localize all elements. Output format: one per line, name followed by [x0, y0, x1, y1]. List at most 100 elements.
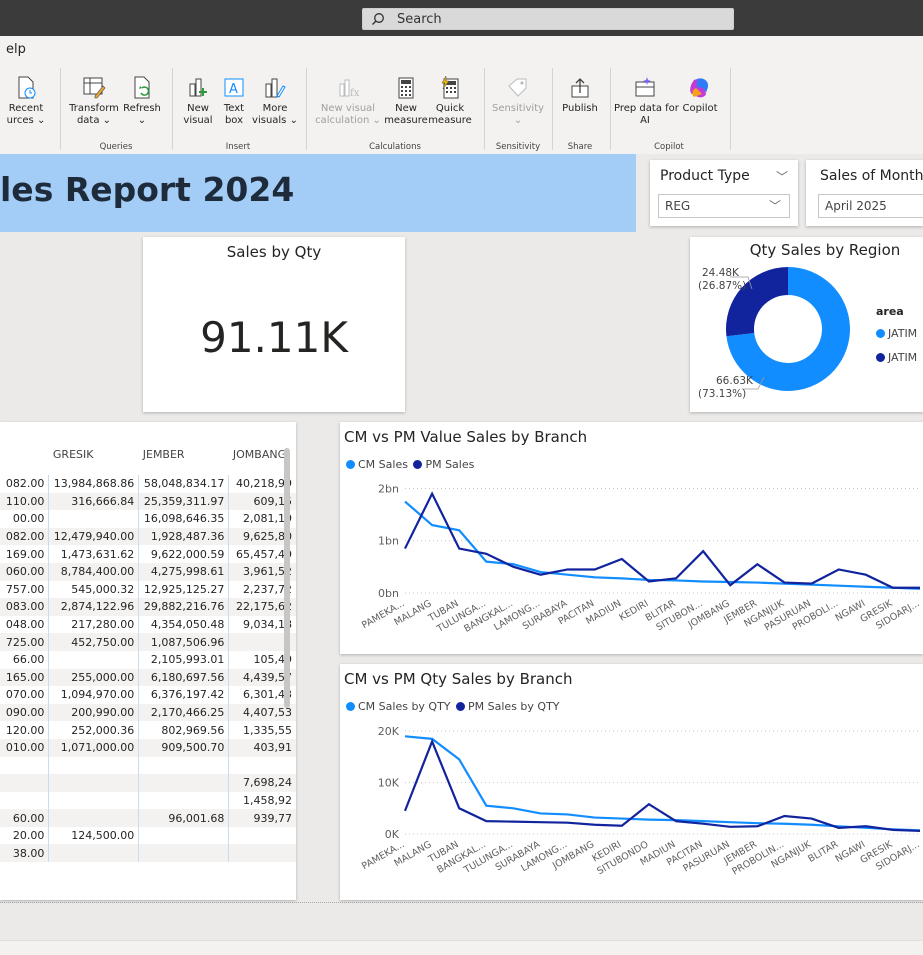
- matrix-cell: [138, 826, 229, 845]
- matrix-cell: 082.00: [5, 530, 45, 544]
- sales-month-slicer[interactable]: Sales of Month April 2025: [806, 160, 923, 226]
- matrix-cell: [0, 792, 49, 810]
- matrix-cell: [228, 844, 296, 863]
- matrix-cell: 96,001.68: [138, 809, 229, 827]
- matrix-cell: 452,750.00: [48, 633, 139, 651]
- visual-calculation-icon: fx: [339, 79, 360, 99]
- text-box-button[interactable]: A Text box: [216, 76, 252, 127]
- matrix-row: 048.00 217,280.00 4,354,050.48 9,034,18: [0, 615, 296, 634]
- menu-help[interactable]: elp: [6, 42, 26, 57]
- transform-data-icon: [83, 77, 106, 99]
- matrix-cell: 082.00: [5, 477, 45, 491]
- series-line: [403, 738, 921, 833]
- transform-data-button[interactable]: Transform data ⌄: [66, 76, 122, 127]
- matrix-header-cell[interactable]: [0, 448, 49, 475]
- matrix-cell: 25,359,311.97: [138, 492, 229, 511]
- calculator-icon: [398, 77, 414, 99]
- matrix-cell: [48, 510, 139, 528]
- legend-item[interactable]: JATIM: [876, 351, 917, 364]
- matrix-cell: 2,170,466.25: [138, 703, 229, 722]
- slicer-value: REG: [665, 199, 691, 213]
- copilot-button[interactable]: Copilot: [676, 76, 724, 115]
- matrix-cell: 255,000.00: [48, 668, 139, 687]
- matrix-cell: 048.00: [5, 618, 45, 632]
- search-icon: [371, 12, 385, 30]
- sales-matrix[interactable]: GRESIK JEMBER JOMBANG 082.00 13,984,868.86 5…: [0, 422, 296, 900]
- product-type-slicer[interactable]: Product Type ﹀ REG ﹀: [650, 160, 798, 226]
- matrix-cell: [0, 774, 49, 792]
- group-queries: Queries: [99, 142, 133, 152]
- publish-button[interactable]: Publish: [558, 76, 602, 115]
- matrix-cell: [138, 791, 229, 810]
- matrix-cell: 403,91: [228, 738, 296, 757]
- value-sales-line-card[interactable]: CM vs PM Value Sales by Branch CM Sales …: [340, 422, 923, 654]
- matrix-header-cell[interactable]: JEMBER: [139, 448, 229, 475]
- donut-chart-card[interactable]: Qty Sales by Region 24.48K (26.87%) 66.6…: [690, 237, 923, 412]
- matrix-cell: 939,77: [228, 809, 296, 827]
- new-measure-button[interactable]: New measure: [384, 76, 428, 127]
- new-visual-calculation-button[interactable]: fx New visual calculation ⌄: [312, 76, 384, 127]
- matrix-row: 090.00 200,990.00 2,170,466.25 4,407,53: [0, 703, 296, 722]
- matrix-cell: [0, 757, 49, 775]
- sensitivity-icon: [508, 78, 527, 97]
- matrix-header-cell[interactable]: GRESIK: [49, 448, 139, 475]
- matrix-row: 083.00 2,874,122.96 29,882,216.76 22,175,62: [0, 598, 296, 616]
- legend-title: area: [876, 305, 904, 318]
- matrix-row: 757.00 545,000.32 12,925,125.27 2,237,72: [0, 580, 296, 599]
- x-tick-label: KEDIRI: [617, 598, 650, 623]
- svg-text:fx: fx: [350, 88, 360, 99]
- y-tick-label: 20K: [378, 725, 400, 738]
- matrix-cell: [138, 774, 229, 792]
- matrix-cell: 545,000.32: [48, 580, 139, 599]
- matrix-cell: 1,071,000.00: [48, 738, 139, 757]
- sensitivity-button[interactable]: Sensitivity ⌄: [490, 76, 546, 127]
- legend-item[interactable]: JATIM: [876, 327, 917, 340]
- matrix-scrollbar[interactable]: [284, 448, 290, 708]
- matrix-cell: 1,094,970.00: [48, 686, 139, 704]
- matrix-cell: 1,928,487.36: [138, 527, 229, 546]
- y-tick-label: 10K: [378, 777, 400, 790]
- matrix-cell: 2,105,993.01: [138, 650, 229, 669]
- recent-sources-button[interactable]: Recent urces ⌄: [0, 76, 52, 127]
- quick-measure-button[interactable]: Quick measure: [426, 76, 474, 127]
- matrix-row: 1,458,92: [0, 791, 296, 810]
- prep-data-ai-button[interactable]: Prep data for AI: [614, 76, 679, 127]
- recent-sources-icon: [18, 76, 36, 99]
- matrix-cell: 802,969.56: [138, 721, 229, 739]
- matrix-row: 110.00 316,666.84 25,359,311.97 609,15: [0, 492, 296, 511]
- qty-sales-line-card[interactable]: CM vs PM Qty Sales by Branch CM Sales by…: [340, 664, 923, 900]
- matrix-row: [0, 756, 296, 775]
- matrix-cell: 110.00: [5, 494, 45, 508]
- matrix-cell: 200,990.00: [48, 703, 139, 722]
- matrix-cell: 66.00: [12, 653, 45, 667]
- text-box-icon: A: [224, 78, 244, 97]
- matrix-cell: 010.00: [5, 741, 45, 755]
- copilot-icon: [690, 78, 709, 98]
- sales-month-dropdown[interactable]: April 2025: [818, 194, 923, 218]
- matrix-cell: 20.00: [12, 829, 45, 843]
- group-share: Share: [567, 142, 593, 152]
- kpi-value: 91.11K: [200, 313, 348, 362]
- kpi-card[interactable]: Sales by Qty 91.11K: [143, 237, 405, 412]
- more-visuals-button[interactable]: More visuals ⌄: [252, 76, 298, 127]
- matrix-row: 725.00 452,750.00 1,087,506.96: [0, 633, 296, 651]
- qty-sales-line-chart: 0K10K20KPAMEKA...MALANGTUBANBANGKAL...TU…: [360, 725, 921, 877]
- donut-pct: (26.87%): [698, 280, 747, 292]
- matrix-cell: 252,000.36: [48, 721, 139, 739]
- value-sales-line-chart: 0bn1bn2bnPAMEKA...MALANGTUBANTULUNGA...B…: [360, 482, 921, 635]
- matrix-cell: 757.00: [5, 582, 45, 596]
- matrix-cell: 090.00: [5, 706, 45, 720]
- slicer-label: Sales of Month: [820, 168, 923, 184]
- new-visual-button[interactable]: New visual: [178, 76, 218, 127]
- matrix-cell: 60.00: [12, 811, 45, 825]
- new-visual-icon: [189, 78, 207, 97]
- matrix-row: 010.00 1,071,000.00 909,500.70 403,91: [0, 738, 296, 757]
- donut-pct: (73.13%): [698, 388, 747, 400]
- matrix-cell: 13,984,868.86: [48, 475, 139, 493]
- y-tick-label: 2bn: [378, 482, 399, 495]
- matrix-cell: [48, 844, 139, 863]
- product-type-dropdown[interactable]: REG ﹀: [658, 194, 790, 218]
- search-box[interactable]: Search: [362, 8, 734, 30]
- matrix-cell: [228, 756, 296, 775]
- refresh-button[interactable]: Refresh ⌄: [120, 76, 164, 127]
